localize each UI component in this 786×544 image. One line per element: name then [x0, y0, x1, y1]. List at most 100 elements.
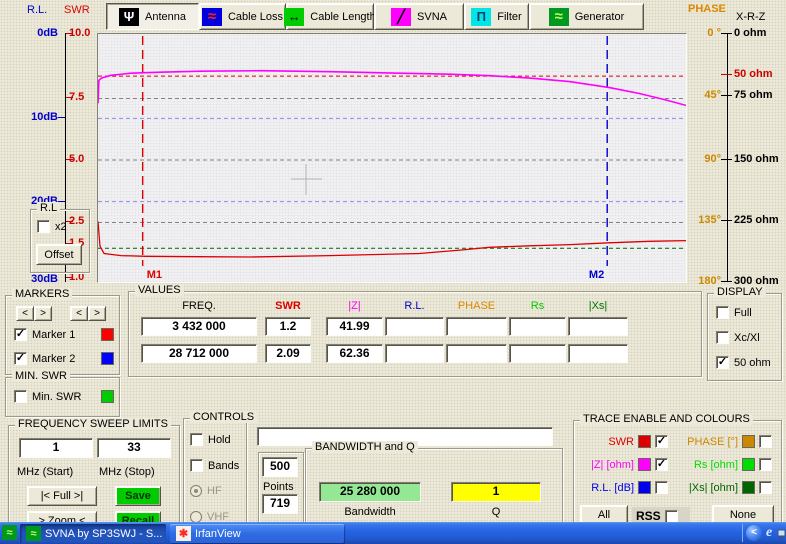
full-span-button[interactable]: |< Full >|	[27, 486, 97, 506]
trace-label: PHASE [°]	[672, 436, 738, 448]
value-phase-m2	[446, 344, 507, 363]
marker2-prev-button[interactable]: <	[70, 306, 88, 321]
display-option-label: Full	[734, 307, 752, 319]
trace-color-swatch[interactable]	[742, 458, 755, 471]
offset-button[interactable]: Offset	[36, 244, 82, 265]
impedance-axis-tick-label: 150 ohm	[734, 153, 779, 165]
plot-area[interactable]: M1M2	[97, 33, 687, 283]
x2-checkbox[interactable]	[37, 220, 50, 233]
value-z-m2: 62.36	[326, 344, 383, 363]
irfanview-task-icon: ✱	[176, 526, 191, 541]
bandwidth-field: 25 280 000	[319, 482, 421, 502]
phase-axis-tick-label: 45°	[688, 89, 721, 101]
trace-checkbox[interactable]	[655, 481, 668, 494]
trace-checkbox[interactable]: ✓	[655, 458, 668, 471]
min-swr-group-title: MIN. SWR	[12, 370, 70, 382]
values-group: VALUES FREQ.SWR|Z|R.L.PHASERs|Xs|3 432 0…	[128, 291, 702, 377]
generator-mode-button[interactable]: ≈Generator	[529, 3, 644, 30]
trace-checkbox[interactable]	[759, 458, 772, 471]
values-header-rs: Rs	[509, 300, 566, 312]
marker-toggle-row: ✓ Marker 2	[14, 352, 114, 365]
marker2-label: Marker 2	[32, 353, 96, 365]
tray-divider	[742, 524, 743, 542]
task-label: SVNA by SP3SWJ - S...	[45, 528, 162, 540]
value-phase-m1	[446, 317, 507, 336]
trace-checkbox[interactable]	[759, 481, 772, 494]
points-input[interactable]: 500	[262, 457, 298, 477]
q-field: 1	[451, 482, 541, 502]
taskbar-task-irfanview[interactable]: ✱IrfanView	[170, 524, 344, 543]
toolbar-button-label: Filter	[497, 11, 521, 23]
hold-checkbox[interactable]	[190, 433, 203, 446]
rss-checkbox[interactable]	[665, 510, 678, 523]
markers-group: MARKERS <><> ✓Marker 1✓Marker 2	[5, 295, 120, 375]
svna-icon: ╱	[391, 8, 411, 26]
bandwidth-label: Bandwidth	[319, 506, 421, 518]
trace-color-swatch[interactable]	[638, 458, 651, 471]
tray-chevron-icon[interactable]: <	[746, 525, 762, 541]
toolbar-button-label: Cable Length	[310, 11, 375, 23]
marker1-prev-button[interactable]: <	[16, 306, 34, 321]
hf-radio[interactable]	[190, 485, 202, 497]
display-xc-xl-checkbox[interactable]	[716, 331, 729, 344]
impedance-axis-tick-label: 0 ohm	[734, 27, 766, 39]
trace-color-swatch[interactable]	[742, 435, 755, 448]
display-full-checkbox[interactable]	[716, 306, 729, 319]
cable-loss-mode-button[interactable]: ≈Cable Loss	[199, 3, 286, 30]
filter-mode-button[interactable]: ΠFilter	[464, 3, 529, 30]
marker2-checkbox[interactable]: ✓	[14, 352, 27, 365]
swr-axis-tick	[66, 33, 73, 34]
marker2-color-swatch[interactable]	[101, 352, 114, 365]
min-swr-color-swatch[interactable]	[101, 390, 114, 403]
marker2-next-button[interactable]: >	[88, 306, 106, 321]
save-button[interactable]: Save	[115, 486, 161, 506]
impedance-axis-tick-label: 50 ohm	[734, 68, 773, 80]
trace-color-swatch[interactable]	[638, 481, 651, 494]
trace-checkbox[interactable]	[759, 435, 772, 448]
antenna-mode-button[interactable]: ΨAntenna	[106, 3, 199, 30]
impedance-axis-tick	[721, 95, 732, 96]
display-option-row: ✓50 ohm	[716, 356, 771, 369]
display-option-label: Xc/Xl	[734, 332, 760, 344]
internet-explorer-icon[interactable]: e	[766, 525, 772, 541]
trace-checkbox[interactable]: ✓	[655, 435, 668, 448]
marker1-color-swatch[interactable]	[101, 328, 114, 341]
svna-mode-button[interactable]: ╱SVNA	[374, 3, 464, 30]
marker1-next-button[interactable]: >	[34, 306, 52, 321]
trace-toggle-swr: SWR ✓	[578, 435, 668, 448]
rl-axis-tick-label: 10dB	[24, 111, 58, 123]
taskbar-task-svna[interactable]: ≈SVNA by SP3SWJ - S...	[20, 524, 166, 543]
svna-app-icon[interactable]: ≈	[2, 525, 17, 540]
value-rl-m2	[385, 344, 444, 363]
cable-length-mode-button[interactable]: ↔ Cable Length	[286, 3, 374, 30]
display-50-ohm-checkbox[interactable]: ✓	[716, 356, 729, 369]
value-freq-m1[interactable]: 3 432 000	[141, 317, 257, 336]
right-axis-line	[727, 33, 728, 282]
sweep-chart: M1M2	[98, 34, 686, 282]
rl-axis-tick	[58, 117, 65, 118]
trace-toggle-phase: PHASE [°]	[672, 435, 772, 448]
impedance-axis-tick	[721, 159, 732, 160]
windows-taskbar: ≈ ≈SVNA by SP3SWJ - S...✱IrfanView < e	[0, 522, 786, 544]
values-header-phase: PHASE	[446, 300, 507, 312]
min-swr-checkbox[interactable]	[14, 390, 27, 403]
antenna-icon: Ψ	[119, 8, 139, 26]
trace-label: SWR	[578, 436, 634, 448]
toolbar-button-label: Generator	[575, 11, 625, 23]
bands-checkbox[interactable]	[190, 459, 203, 472]
toolbar-button-label: Cable Loss	[228, 11, 283, 23]
controls-group-title: CONTROLS	[190, 411, 257, 423]
points-label: Points	[263, 481, 294, 493]
swr-scale-label: SWR	[64, 4, 90, 16]
value-freq-m2[interactable]: 28 712 000	[141, 344, 257, 363]
trace-color-swatch[interactable]	[638, 435, 651, 448]
trace-toggle-z-ohm: |Z| [ohm]✓	[578, 458, 668, 471]
trace-color-swatch[interactable]	[742, 481, 755, 494]
network-status-icon[interactable]	[777, 526, 786, 540]
start-frequency-input[interactable]: 1	[19, 438, 93, 458]
stop-frequency-input[interactable]: 33	[97, 438, 171, 458]
cable-length-icon: ↔	[284, 8, 304, 26]
display-group-title: DISPLAY	[714, 286, 766, 298]
rl-offset-group: R.L x2 Offset	[30, 209, 90, 273]
marker1-checkbox[interactable]: ✓	[14, 328, 27, 341]
